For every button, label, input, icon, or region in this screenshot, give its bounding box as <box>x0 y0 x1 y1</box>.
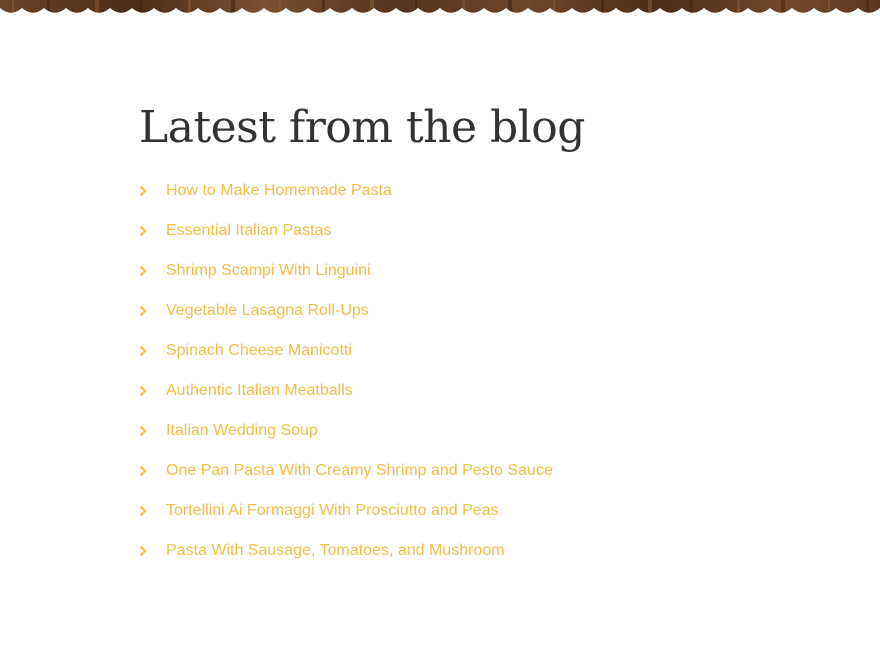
chevron-right-icon <box>139 345 147 357</box>
chevron-right-icon <box>139 505 147 517</box>
blog-section: Latest from the blog How to Make Homemad… <box>139 100 739 579</box>
post-link[interactable]: One Pan Pasta With Creamy Shrimp and Pes… <box>166 459 553 483</box>
post-link[interactable]: Pasta With Sausage, Tomatoes, and Mushro… <box>166 539 505 563</box>
post-link[interactable]: Essential Italian Pastas <box>166 219 331 243</box>
list-item: Shrimp Scampi With Linguini <box>139 259 739 299</box>
list-item: Authentic Italian Meatballs <box>139 379 739 419</box>
post-link[interactable]: Spinach Cheese Manicotti <box>166 339 352 363</box>
list-item: One Pan Pasta With Creamy Shrimp and Pes… <box>139 459 739 499</box>
section-title: Latest from the blog <box>139 102 585 153</box>
list-item: Pasta With Sausage, Tomatoes, and Mushro… <box>139 539 739 579</box>
chevron-right-icon <box>139 385 147 397</box>
list-item: Tortellini Ai Formaggi With Prosciutto a… <box>139 499 739 539</box>
list-item: Essential Italian Pastas <box>139 219 739 259</box>
list-item: Spinach Cheese Manicotti <box>139 339 739 379</box>
post-link[interactable]: Italian Wedding Soup <box>166 419 318 443</box>
chevron-right-icon <box>139 545 147 557</box>
list-item: How to Make Homemade Pasta <box>139 179 739 219</box>
post-link[interactable]: Vegetable Lasagna Roll-Ups <box>166 299 369 323</box>
page: Latest from the blog How to Make Homemad… <box>0 0 880 657</box>
chevron-right-icon <box>139 425 147 437</box>
chevron-right-icon <box>139 225 147 237</box>
chevron-right-icon <box>139 305 147 317</box>
post-link[interactable]: Shrimp Scampi With Linguini <box>166 259 371 283</box>
chevron-right-icon <box>139 465 147 477</box>
chevron-right-icon <box>139 265 147 277</box>
post-link[interactable]: Tortellini Ai Formaggi With Prosciutto a… <box>166 499 499 523</box>
post-link[interactable]: Authentic Italian Meatballs <box>166 379 353 403</box>
list-item: Italian Wedding Soup <box>139 419 739 459</box>
list-item: Vegetable Lasagna Roll-Ups <box>139 299 739 339</box>
post-link[interactable]: How to Make Homemade Pasta <box>166 179 392 203</box>
post-list: How to Make Homemade Pasta Essential Ita… <box>139 179 739 579</box>
chevron-right-icon <box>139 185 147 197</box>
wood-scalloped-border <box>0 0 880 20</box>
